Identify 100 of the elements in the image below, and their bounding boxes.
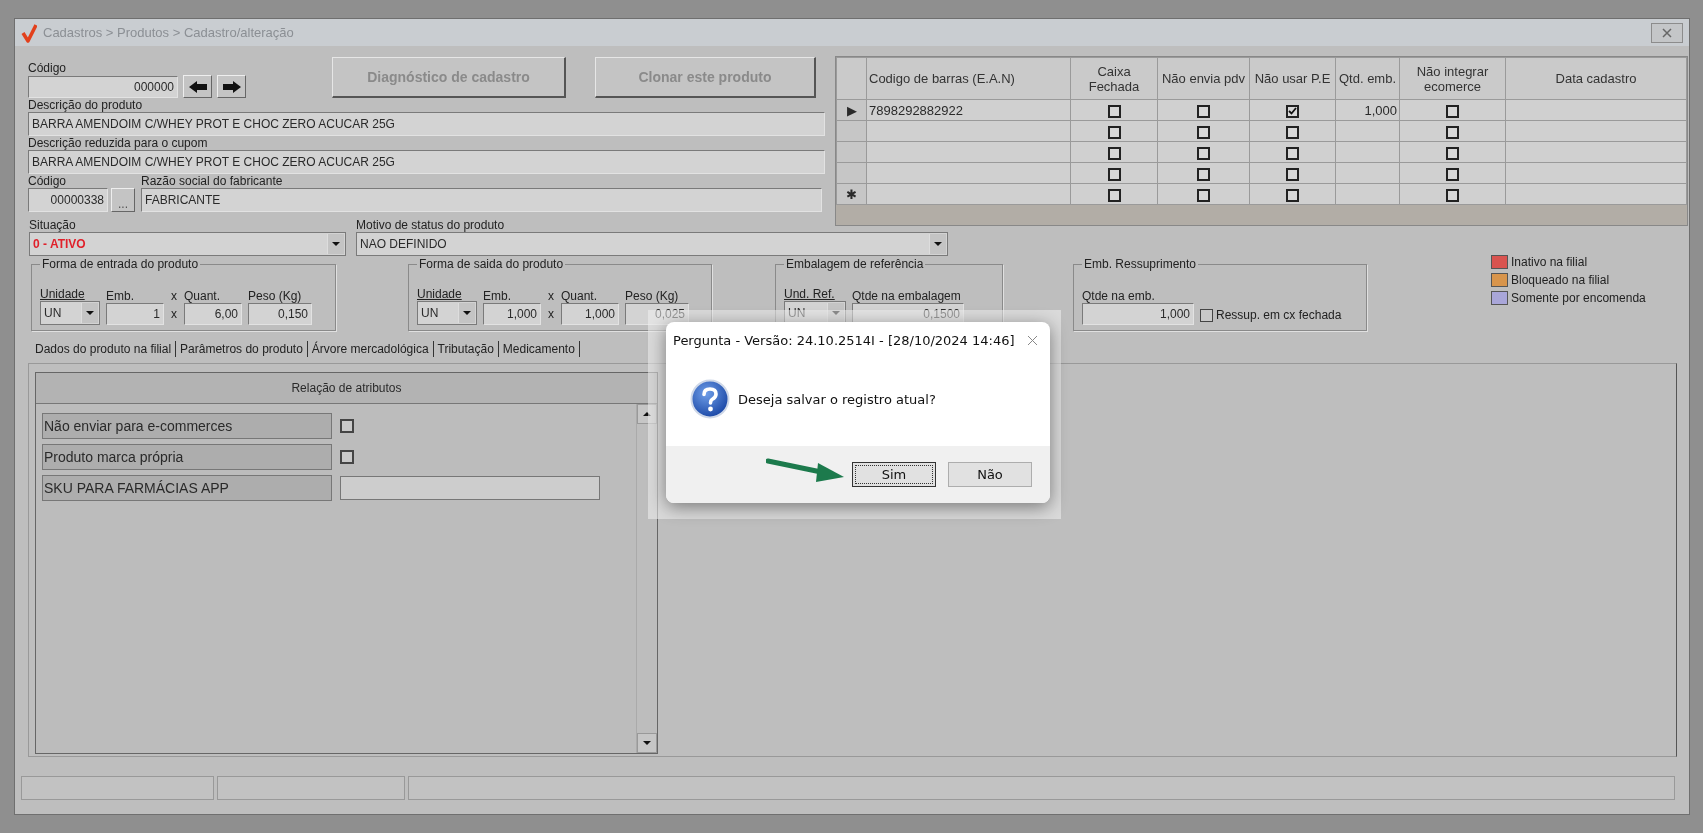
field-label: Ressup. em cx fechada (1216, 308, 1342, 322)
field-label: Emb. (106, 289, 135, 303)
field-label: Motivo de status do produto (356, 218, 506, 232)
close-button[interactable] (1651, 22, 1683, 43)
field-label: Razão social do fabricante (141, 174, 284, 188)
field-label: Emb. (483, 289, 512, 303)
dialog-button[interactable]: Não (948, 462, 1032, 487)
multiply-sign: x (547, 306, 555, 323)
checkbox[interactable] (1197, 104, 1210, 118)
field-label: Somente por encomenda (1511, 291, 1646, 305)
field-label: Quant. (184, 289, 222, 303)
tab[interactable]: Dados do produto na filial (31, 341, 177, 357)
group-title: Emb. Ressuprimento (1083, 257, 1198, 271)
checkbox[interactable] (1446, 125, 1459, 139)
checkbox[interactable] (1286, 167, 1299, 181)
column-header: Não integrar ecomerce (1399, 57, 1506, 100)
row-marker: ▶ (836, 99, 867, 121)
checkbox[interactable] (1197, 167, 1210, 181)
checkbox[interactable] (1286, 188, 1299, 202)
checkmark-logo-icon (21, 22, 37, 43)
field-label: Código (28, 61, 68, 75)
checkbox[interactable] (1107, 146, 1121, 160)
dropdown[interactable]: UN (417, 301, 477, 325)
input-field[interactable]: 00000338 (28, 188, 108, 212)
checkbox[interactable] (1107, 104, 1121, 118)
table-cell: 7898292882922 (866, 99, 1071, 121)
browse-button[interactable]: ... (111, 188, 135, 212)
field-label: Código (28, 174, 68, 188)
next-button[interactable] (217, 75, 246, 98)
checkbox[interactable] (1107, 167, 1121, 181)
caret-icon (463, 311, 471, 315)
field-label: Unidade (417, 287, 463, 301)
scroll-down-icon (643, 741, 651, 745)
attribute-label: Não enviar para e-commerces (42, 413, 332, 439)
input-field[interactable]: 0,150 (248, 303, 312, 325)
checkbox[interactable] (1286, 104, 1299, 118)
tab[interactable]: Árvore mercadológica (307, 341, 434, 357)
dropdown[interactable]: NAO DEFINIDO (356, 232, 948, 256)
tab[interactable]: Medicamento (498, 341, 580, 357)
attribute-label: SKU PARA FARMÁCIAS APP (42, 475, 332, 501)
checkbox[interactable] (1286, 125, 1299, 139)
input-field[interactable]: BARRA AMENDOIM C/WHEY PROT E CHOC ZERO ACUCAR 25G (28, 150, 825, 174)
checkbox[interactable] (340, 419, 354, 433)
checkbox[interactable] (1200, 308, 1213, 322)
checkbox[interactable] (1446, 104, 1459, 118)
field-label: Situação (29, 218, 77, 232)
input-field[interactable]: 000000 (28, 76, 178, 98)
column-header: Não envia pdv (1157, 57, 1250, 100)
checkbox[interactable] (1107, 188, 1121, 202)
input-field[interactable]: 1 (106, 303, 164, 325)
caret-icon (86, 311, 94, 315)
field-label: Und. Ref. (784, 287, 836, 301)
dialog-title: Pergunta - Versão: 24.10.2514I - [28/10/2024 14:46] (673, 332, 1016, 348)
column-header: Não usar P.E (1249, 57, 1336, 100)
input-field[interactable]: BARRA AMENDOIM C/WHEY PROT E CHOC ZERO ACUCAR 25G (28, 112, 825, 136)
field-label: Peso (Kg) (248, 289, 303, 303)
column-header: Data cadastro (1505, 57, 1687, 100)
multiply-sign: x (170, 306, 178, 323)
group-title: Forma de entrada do produto (41, 257, 200, 271)
checkbox[interactable] (340, 450, 354, 464)
dialog-message: Deseja salvar o registro atual? (738, 391, 936, 407)
checkbox[interactable] (1197, 188, 1210, 202)
scroll-up-icon (643, 412, 651, 416)
field-label: Descrição do produto (28, 98, 144, 112)
input-field[interactable]: 1,000 (483, 303, 541, 325)
left-arrow-icon (187, 79, 208, 94)
field-label: Descrição reduzida para o cupom (28, 136, 209, 150)
checkbox[interactable] (1197, 125, 1210, 139)
dialog-button[interactable]: Sim (852, 462, 936, 487)
group-title: Forma de saida do produto (418, 257, 565, 271)
question-icon (690, 379, 730, 419)
field-label: Peso (Kg) (625, 289, 680, 303)
column-header: Caixa Fechada (1070, 57, 1158, 100)
input-field[interactable]: FABRICANTE (141, 188, 822, 212)
previous-button[interactable] (183, 75, 212, 98)
checkbox[interactable] (1107, 125, 1121, 139)
tab[interactable]: Parâmetros do produto (176, 341, 308, 357)
close-icon (1662, 27, 1672, 38)
field-label: Qtde na embalagem (852, 289, 962, 303)
tab[interactable]: Tributação (433, 341, 499, 357)
input-field[interactable]: 6,00 (184, 303, 242, 325)
column-header: Codigo de barras (E.A.N) (866, 57, 1071, 100)
checkbox[interactable] (1446, 146, 1459, 160)
input-field[interactable] (340, 476, 600, 500)
field-label: x (170, 289, 178, 303)
attribute-label: Produto marca própria (42, 444, 332, 470)
checkbox[interactable] (1286, 146, 1299, 160)
checkbox[interactable] (1197, 146, 1210, 160)
input-field[interactable]: 1,000 (1082, 303, 1194, 325)
checkbox[interactable] (1446, 167, 1459, 181)
dropdown[interactable]: UN (40, 301, 100, 325)
input-field[interactable]: 1,000 (561, 303, 619, 325)
caret-icon (332, 242, 340, 246)
scrollbar[interactable] (636, 404, 657, 753)
field-label: Unidade (40, 287, 86, 301)
table-cell: 1,000 (1335, 99, 1400, 121)
checkbox[interactable] (1446, 188, 1459, 202)
right-arrow-icon (221, 79, 242, 94)
panel-header: Relação de atributos (36, 373, 657, 404)
field-label: x (547, 289, 555, 303)
